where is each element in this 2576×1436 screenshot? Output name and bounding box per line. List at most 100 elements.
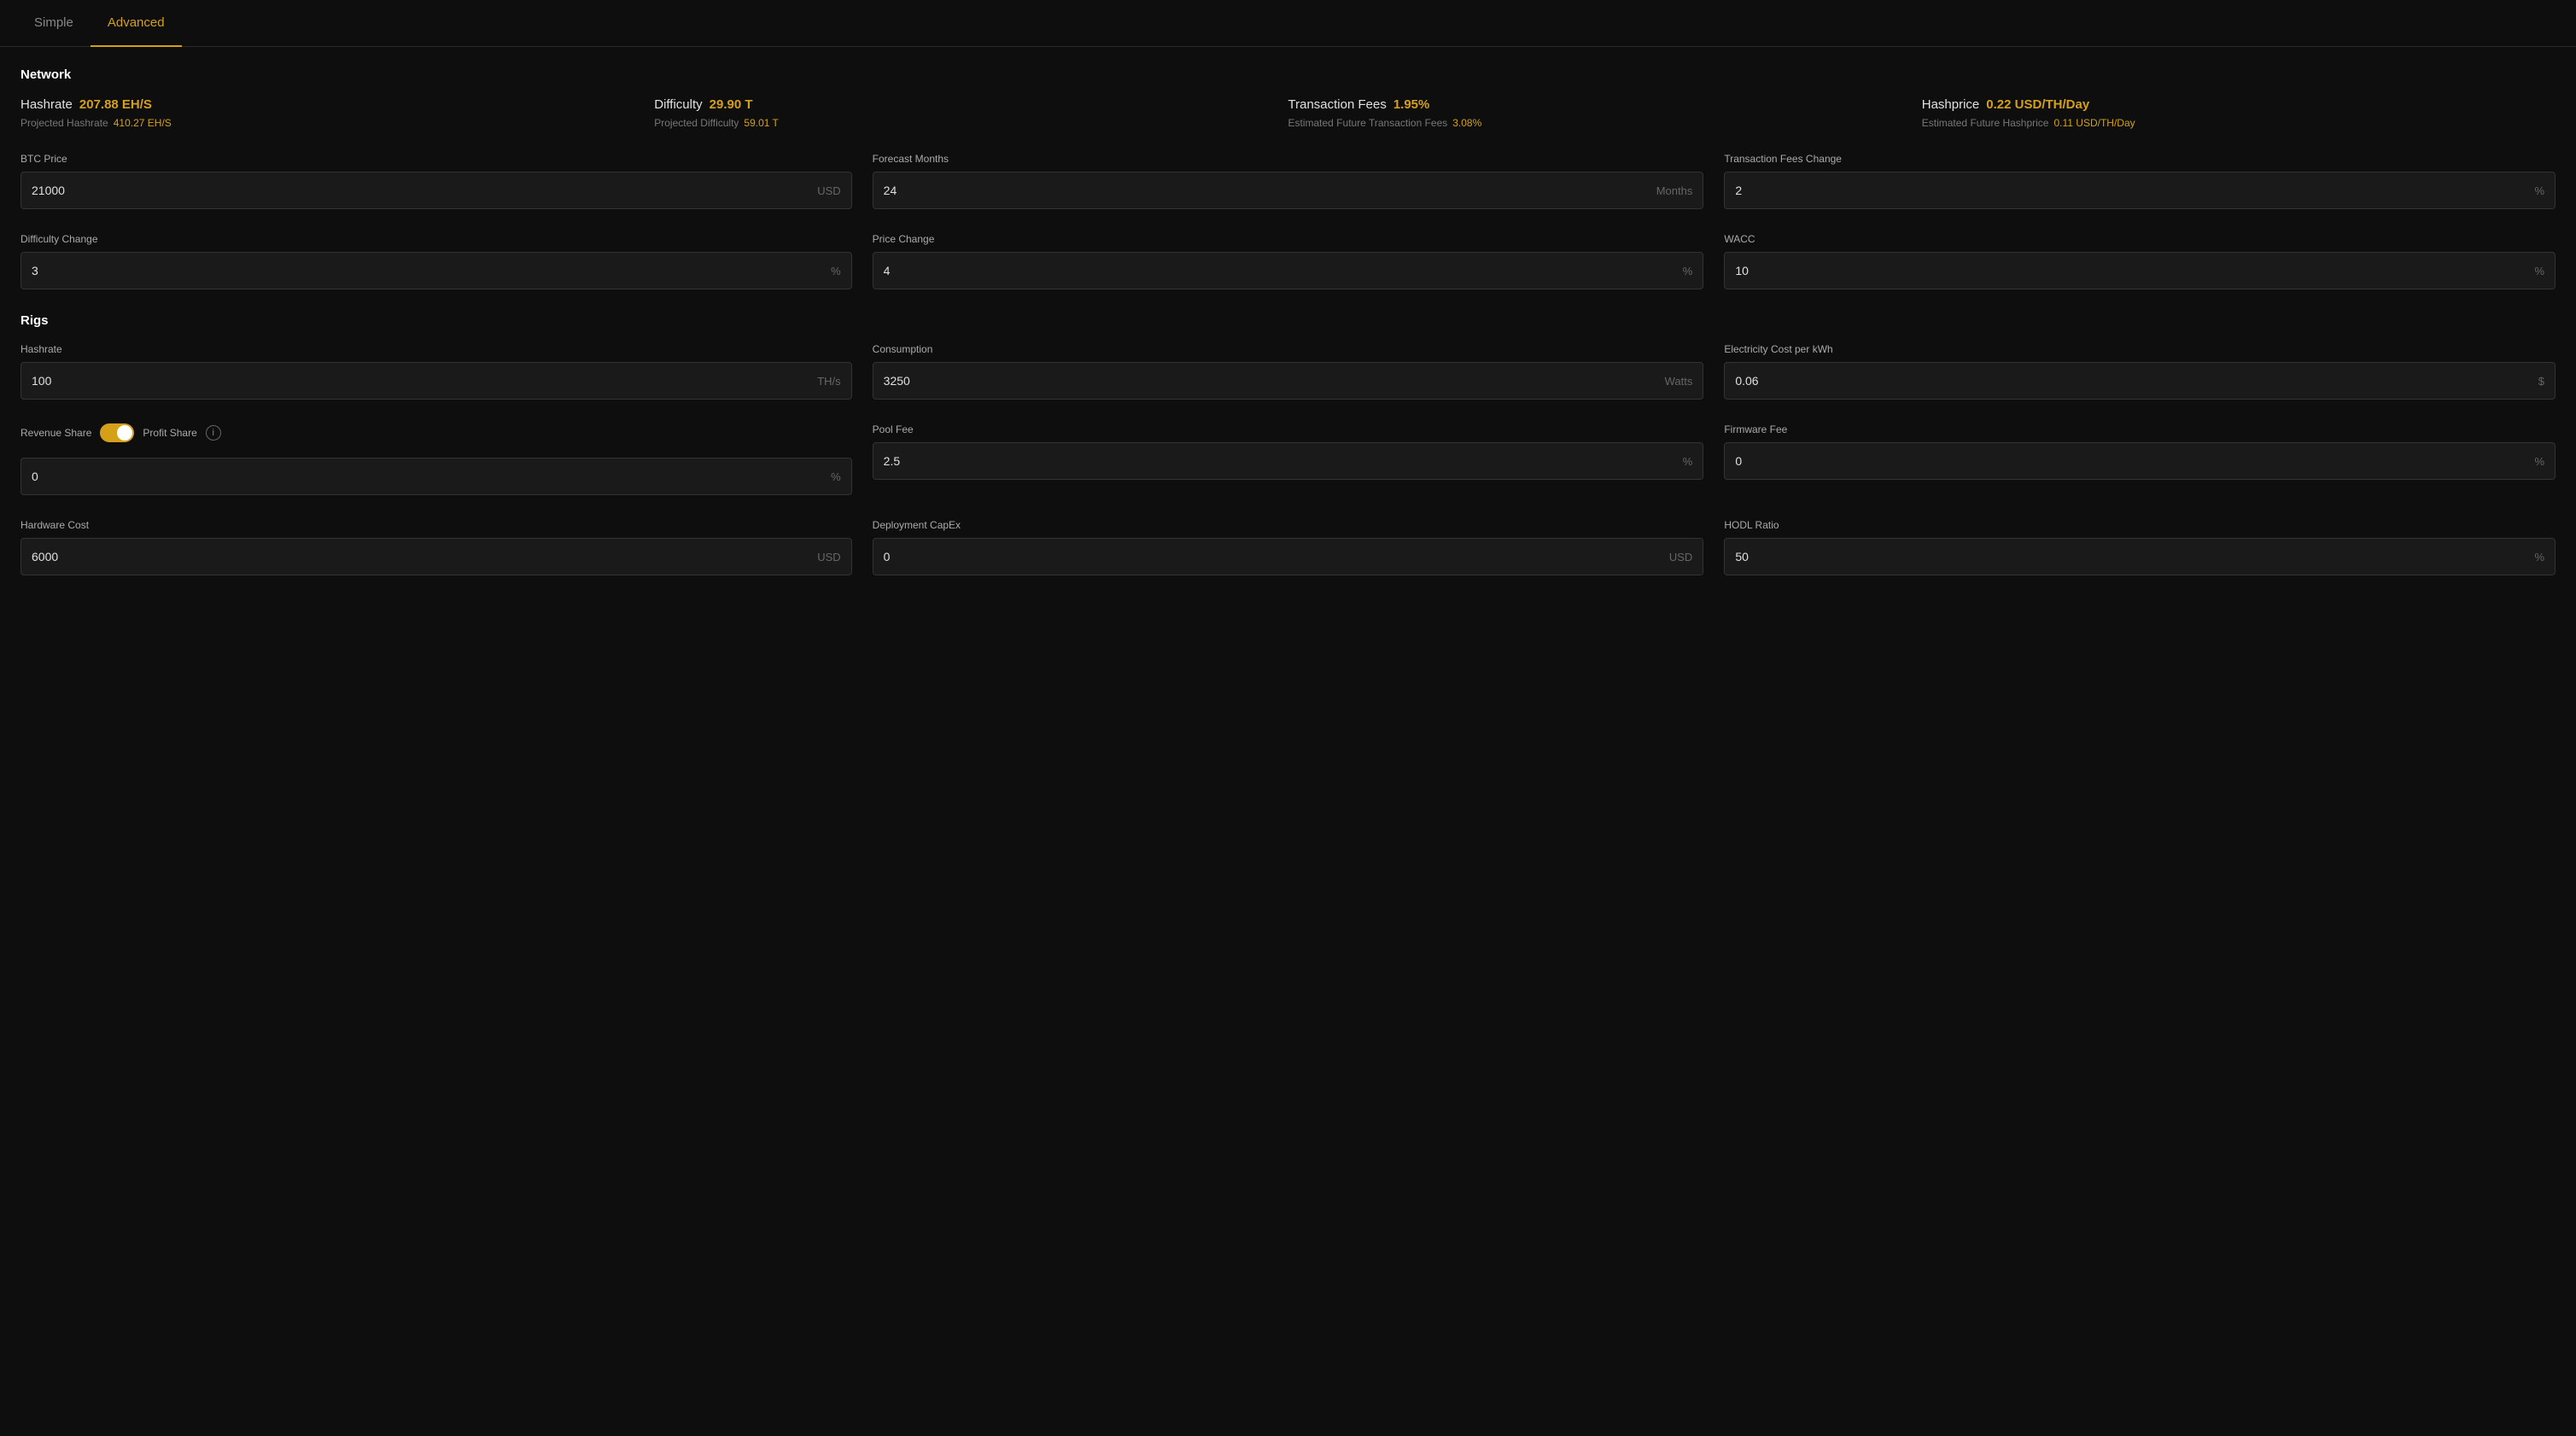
stat-difficulty-sub-label: Projected Difficulty — [654, 117, 739, 129]
stat-hashprice-sub-label: Estimated Future Hashprice — [1922, 117, 2049, 129]
input-wrapper-hardware-cost: USD — [20, 538, 852, 575]
field-electricity-cost: Electricity Cost per kWh $ — [1724, 343, 2556, 400]
label-deployment-capex: Deployment CapEx — [873, 519, 1704, 531]
stat-hashprice-name: Hashprice — [1922, 97, 1980, 112]
profit-share-info-icon[interactable]: i — [206, 425, 221, 441]
field-deployment-capex: Deployment CapEx USD — [873, 519, 1704, 575]
stat-difficulty-sub-value: 59.01 T — [744, 117, 778, 129]
input-consumption[interactable] — [884, 374, 1658, 388]
stat-hashprice: Hashprice 0.22 USD/TH/Day Estimated Futu… — [1922, 97, 2556, 129]
tab-simple[interactable]: Simple — [17, 0, 91, 47]
unit-wacc: % — [2534, 265, 2544, 277]
label-wacc: WACC — [1724, 233, 2556, 245]
stat-hashprice-sub-value: 0.11 USD/TH/Day — [2053, 117, 2135, 129]
stat-tx-fees-value: 1.95% — [1393, 97, 1430, 112]
unit-price-change: % — [1683, 265, 1693, 277]
revenue-share-label: Revenue Share — [20, 427, 91, 439]
input-wrapper-forecast-months: Months — [873, 172, 1704, 209]
unit-hodl-ratio: % — [2534, 551, 2544, 563]
input-wrapper-consumption: Watts — [873, 362, 1704, 400]
input-tx-fees-change[interactable] — [1735, 184, 2527, 197]
field-forecast-months: Forecast Months Months — [873, 153, 1704, 209]
form-row-2: Difficulty Change % Price Change % WACC … — [20, 233, 2556, 289]
unit-btc-price: USD — [817, 184, 840, 197]
label-electricity-cost: Electricity Cost per kWh — [1724, 343, 2556, 355]
unit-pool-fee: % — [1683, 455, 1693, 468]
label-price-change: Price Change — [873, 233, 1704, 245]
input-wrapper-tx-fees-change: % — [1724, 172, 2556, 209]
input-wrapper-firmware-fee: % — [1724, 442, 2556, 480]
stat-difficulty-name: Difficulty — [654, 97, 702, 112]
input-firmware-fee[interactable] — [1735, 454, 2527, 468]
field-price-change: Price Change % — [873, 233, 1704, 289]
unit-consumption: Watts — [1665, 375, 1693, 388]
stat-hashrate-sub-value: 410.27 EH/S — [114, 117, 172, 129]
field-tx-fees-change: Transaction Fees Change % — [1724, 153, 2556, 209]
rigs-title: Rigs — [20, 313, 2556, 328]
input-btc-price[interactable] — [32, 184, 810, 197]
stat-tx-fees: Transaction Fees 1.95% Estimated Future … — [1288, 97, 1922, 129]
stat-hashrate-value: 207.88 EH/S — [79, 97, 152, 112]
input-wrapper-price-change: % — [873, 252, 1704, 289]
input-wrapper-difficulty-change: % — [20, 252, 852, 289]
input-electricity-cost[interactable] — [1735, 374, 2531, 388]
label-consumption: Consumption — [873, 343, 1704, 355]
unit-difficulty-change: % — [831, 265, 841, 277]
input-wrapper-rig-hashrate: TH/s — [20, 362, 852, 400]
input-wacc[interactable] — [1735, 264, 2527, 277]
label-difficulty-change: Difficulty Change — [20, 233, 852, 245]
label-btc-price: BTC Price — [20, 153, 852, 165]
stat-difficulty: Difficulty 29.90 T Projected Difficulty … — [654, 97, 1288, 129]
stat-hashrate: Hashrate 207.88 EH/S Projected Hashrate … — [20, 97, 654, 129]
unit-rig-hashrate: TH/s — [817, 375, 840, 388]
unit-revenue-share: % — [831, 470, 841, 483]
input-wrapper-hodl-ratio: % — [1724, 538, 2556, 575]
input-wrapper-electricity-cost: $ — [1724, 362, 2556, 400]
tab-advanced[interactable]: Advanced — [91, 0, 182, 47]
field-rig-hashrate: Hashrate TH/s — [20, 343, 852, 400]
input-price-change[interactable] — [884, 264, 1676, 277]
stat-hashrate-sub-label: Projected Hashrate — [20, 117, 108, 129]
input-hardware-cost[interactable] — [32, 550, 810, 563]
label-firmware-fee: Firmware Fee — [1724, 423, 2556, 435]
form-row-1: BTC Price USD Forecast Months Months Tra… — [20, 153, 2556, 209]
rigs-row-2: Revenue Share Profit Share i % Pool Fee … — [20, 423, 2556, 495]
input-wrapper-pool-fee: % — [873, 442, 1704, 480]
unit-forecast-months: Months — [1656, 184, 1693, 197]
label-forecast-months: Forecast Months — [873, 153, 1704, 165]
tabs-container: Simple Advanced — [0, 0, 2576, 47]
unit-tx-fees-change: % — [2534, 184, 2544, 197]
unit-electricity-cost: $ — [2538, 375, 2544, 388]
input-hodl-ratio[interactable] — [1735, 550, 2527, 563]
field-wacc: WACC % — [1724, 233, 2556, 289]
input-rig-hashrate[interactable] — [32, 374, 810, 388]
field-pool-fee: Pool Fee % — [873, 423, 1704, 495]
toggle-knob — [117, 425, 132, 441]
stat-tx-fees-name: Transaction Fees — [1288, 97, 1387, 112]
input-revenue-share[interactable] — [32, 470, 824, 483]
network-stats: Hashrate 207.88 EH/S Projected Hashrate … — [20, 97, 2556, 129]
input-wrapper-wacc: % — [1724, 252, 2556, 289]
toggle-row: Revenue Share Profit Share i — [20, 423, 852, 442]
field-firmware-fee: Firmware Fee % — [1724, 423, 2556, 495]
field-hodl-ratio: HODL Ratio % — [1724, 519, 2556, 575]
label-pool-fee: Pool Fee — [873, 423, 1704, 435]
unit-deployment-capex: USD — [1669, 551, 1692, 563]
profit-share-label: Profit Share — [143, 427, 196, 439]
input-forecast-months[interactable] — [884, 184, 1650, 197]
input-difficulty-change[interactable] — [32, 264, 824, 277]
input-wrapper-revenue-share: % — [20, 458, 852, 495]
rigs-row-3: Hardware Cost USD Deployment CapEx USD H… — [20, 519, 2556, 575]
input-pool-fee[interactable] — [884, 454, 1676, 468]
stat-hashprice-value: 0.22 USD/TH/Day — [1986, 97, 2089, 112]
input-wrapper-deployment-capex: USD — [873, 538, 1704, 575]
field-btc-price: BTC Price USD — [20, 153, 852, 209]
revenue-share-toggle[interactable] — [100, 423, 134, 442]
input-wrapper-btc-price: USD — [20, 172, 852, 209]
stat-difficulty-value: 29.90 T — [710, 97, 753, 112]
input-deployment-capex[interactable] — [884, 550, 1662, 563]
label-hardware-cost: Hardware Cost — [20, 519, 852, 531]
stat-tx-fees-sub-label: Estimated Future Transaction Fees — [1288, 117, 1448, 129]
network-section: Network Hashrate 207.88 EH/S Projected H… — [20, 67, 2556, 129]
unit-hardware-cost: USD — [817, 551, 840, 563]
